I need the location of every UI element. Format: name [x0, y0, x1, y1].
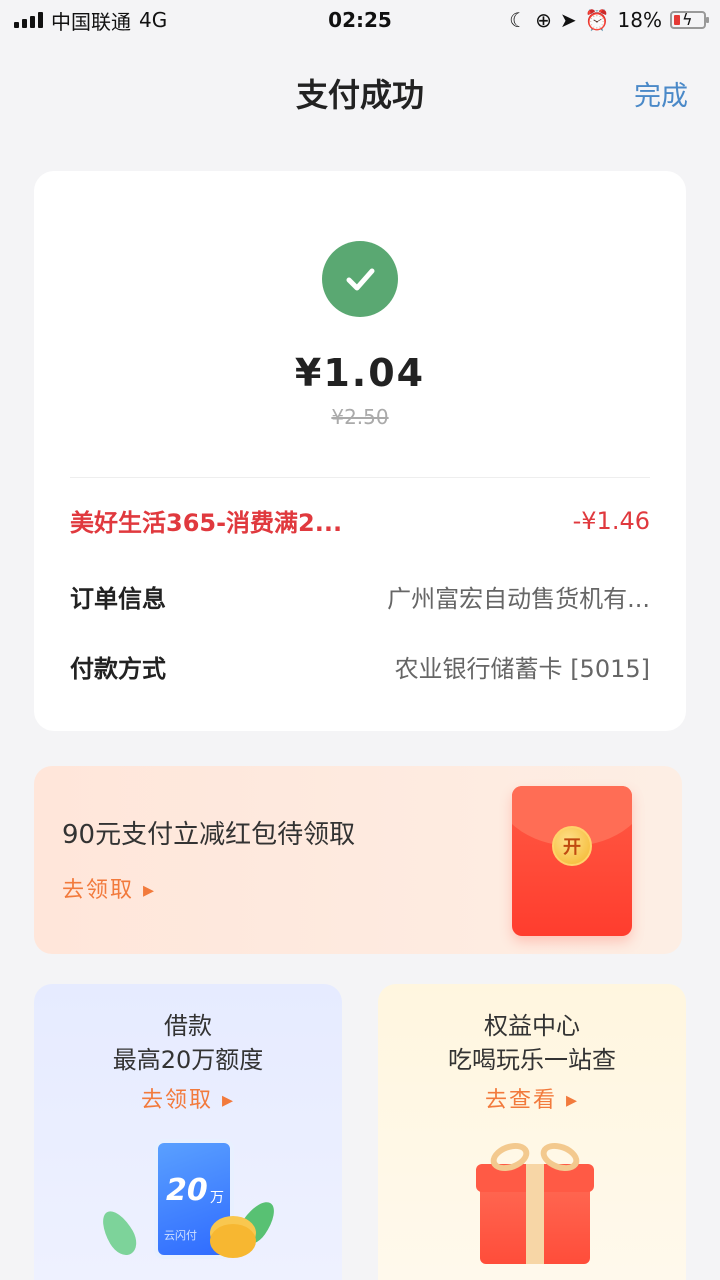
loan-claim-link[interactable]: 去领取 ▸: [34, 1082, 342, 1114]
perks-subtitle: 吃喝玩乐一站查: [448, 1046, 616, 1074]
page-title: 支付成功: [295, 76, 424, 114]
phone-unit: 万: [210, 1190, 224, 1206]
order-info-value: 广州富宏自动售货机有...: [387, 585, 650, 613]
discount-label: 美好生活365-消费满2...: [70, 509, 343, 537]
success-check-icon: [322, 241, 398, 317]
payment-method-label: 付款方式: [70, 655, 166, 683]
battery-percent: 18%: [617, 8, 662, 32]
rotation-lock-icon: ⊕: [535, 8, 552, 32]
checkmark-icon: [346, 268, 375, 291]
divider: [70, 477, 650, 478]
payment-method-value: 农业银行储蓄卡 [5015]: [394, 655, 650, 683]
moon-icon: ☾: [509, 8, 528, 32]
promo-claim-link[interactable]: 去领取 ▸: [62, 872, 156, 904]
discount-row: 美好生活365-消费满2... -¥1.46: [70, 503, 650, 538]
phone-amount: 20: [166, 1173, 208, 1208]
original-amount: ¥2.50: [331, 405, 389, 429]
order-info-row[interactable]: 订单信息 广州富宏自动售货机有...: [70, 579, 650, 614]
coins-icon: [210, 1224, 256, 1258]
open-coin-icon: 开: [552, 826, 592, 866]
done-button[interactable]: 完成: [634, 74, 688, 113]
payment-result-card: ¥1.04 ¥2.50 美好生活365-消费满2... -¥1.46 订单信息 …: [34, 171, 686, 731]
loan-tile[interactable]: 借款 最高20万额度 去领取 ▸ 20 万 云闪付: [34, 984, 342, 1280]
location-icon: ➤: [559, 8, 577, 32]
nav-bar: 支付成功 完成: [0, 40, 720, 140]
red-packet-promo[interactable]: 90元支付立减红包待领取 去领取 ▸ 开: [34, 766, 682, 954]
order-info-label: 订单信息: [70, 585, 166, 613]
payment-method-row: 付款方式 农业银行储蓄卡 [5015]: [70, 649, 650, 684]
discount-value: -¥1.46: [572, 506, 650, 535]
red-packet-icon: 开: [512, 786, 632, 936]
status-bar: 中国联通 4G 02:25 ☾ ⊕ ➤ ⏰ 18% ϟ: [0, 0, 720, 40]
signal-icon: [14, 12, 43, 28]
promo-title: 90元支付立减红包待领取: [62, 820, 356, 850]
loan-title: 借款: [164, 1012, 212, 1040]
status-right: ☾ ⊕ ➤ ⏰ 18% ϟ: [509, 8, 709, 32]
status-left: 中国联通 4G: [14, 6, 167, 35]
network-type: 4G: [139, 8, 168, 32]
gift-box-icon: [476, 1137, 594, 1264]
perks-tile[interactable]: 权益中心 吃喝玩乐一站查 去查看 ▸: [378, 984, 686, 1280]
perks-title: 权益中心: [484, 1012, 580, 1040]
carrier-name: 中国联通: [51, 9, 131, 34]
paid-amount: ¥1.04: [294, 351, 426, 395]
battery-icon: ϟ: [670, 10, 709, 29]
perks-view-link[interactable]: 去查看 ▸: [378, 1082, 686, 1114]
leaf-icon: [95, 1205, 143, 1261]
loan-subtitle: 最高20万额度: [112, 1046, 264, 1074]
phone-brand: 云闪付: [164, 1229, 197, 1242]
alarm-icon: ⏰: [584, 8, 610, 32]
